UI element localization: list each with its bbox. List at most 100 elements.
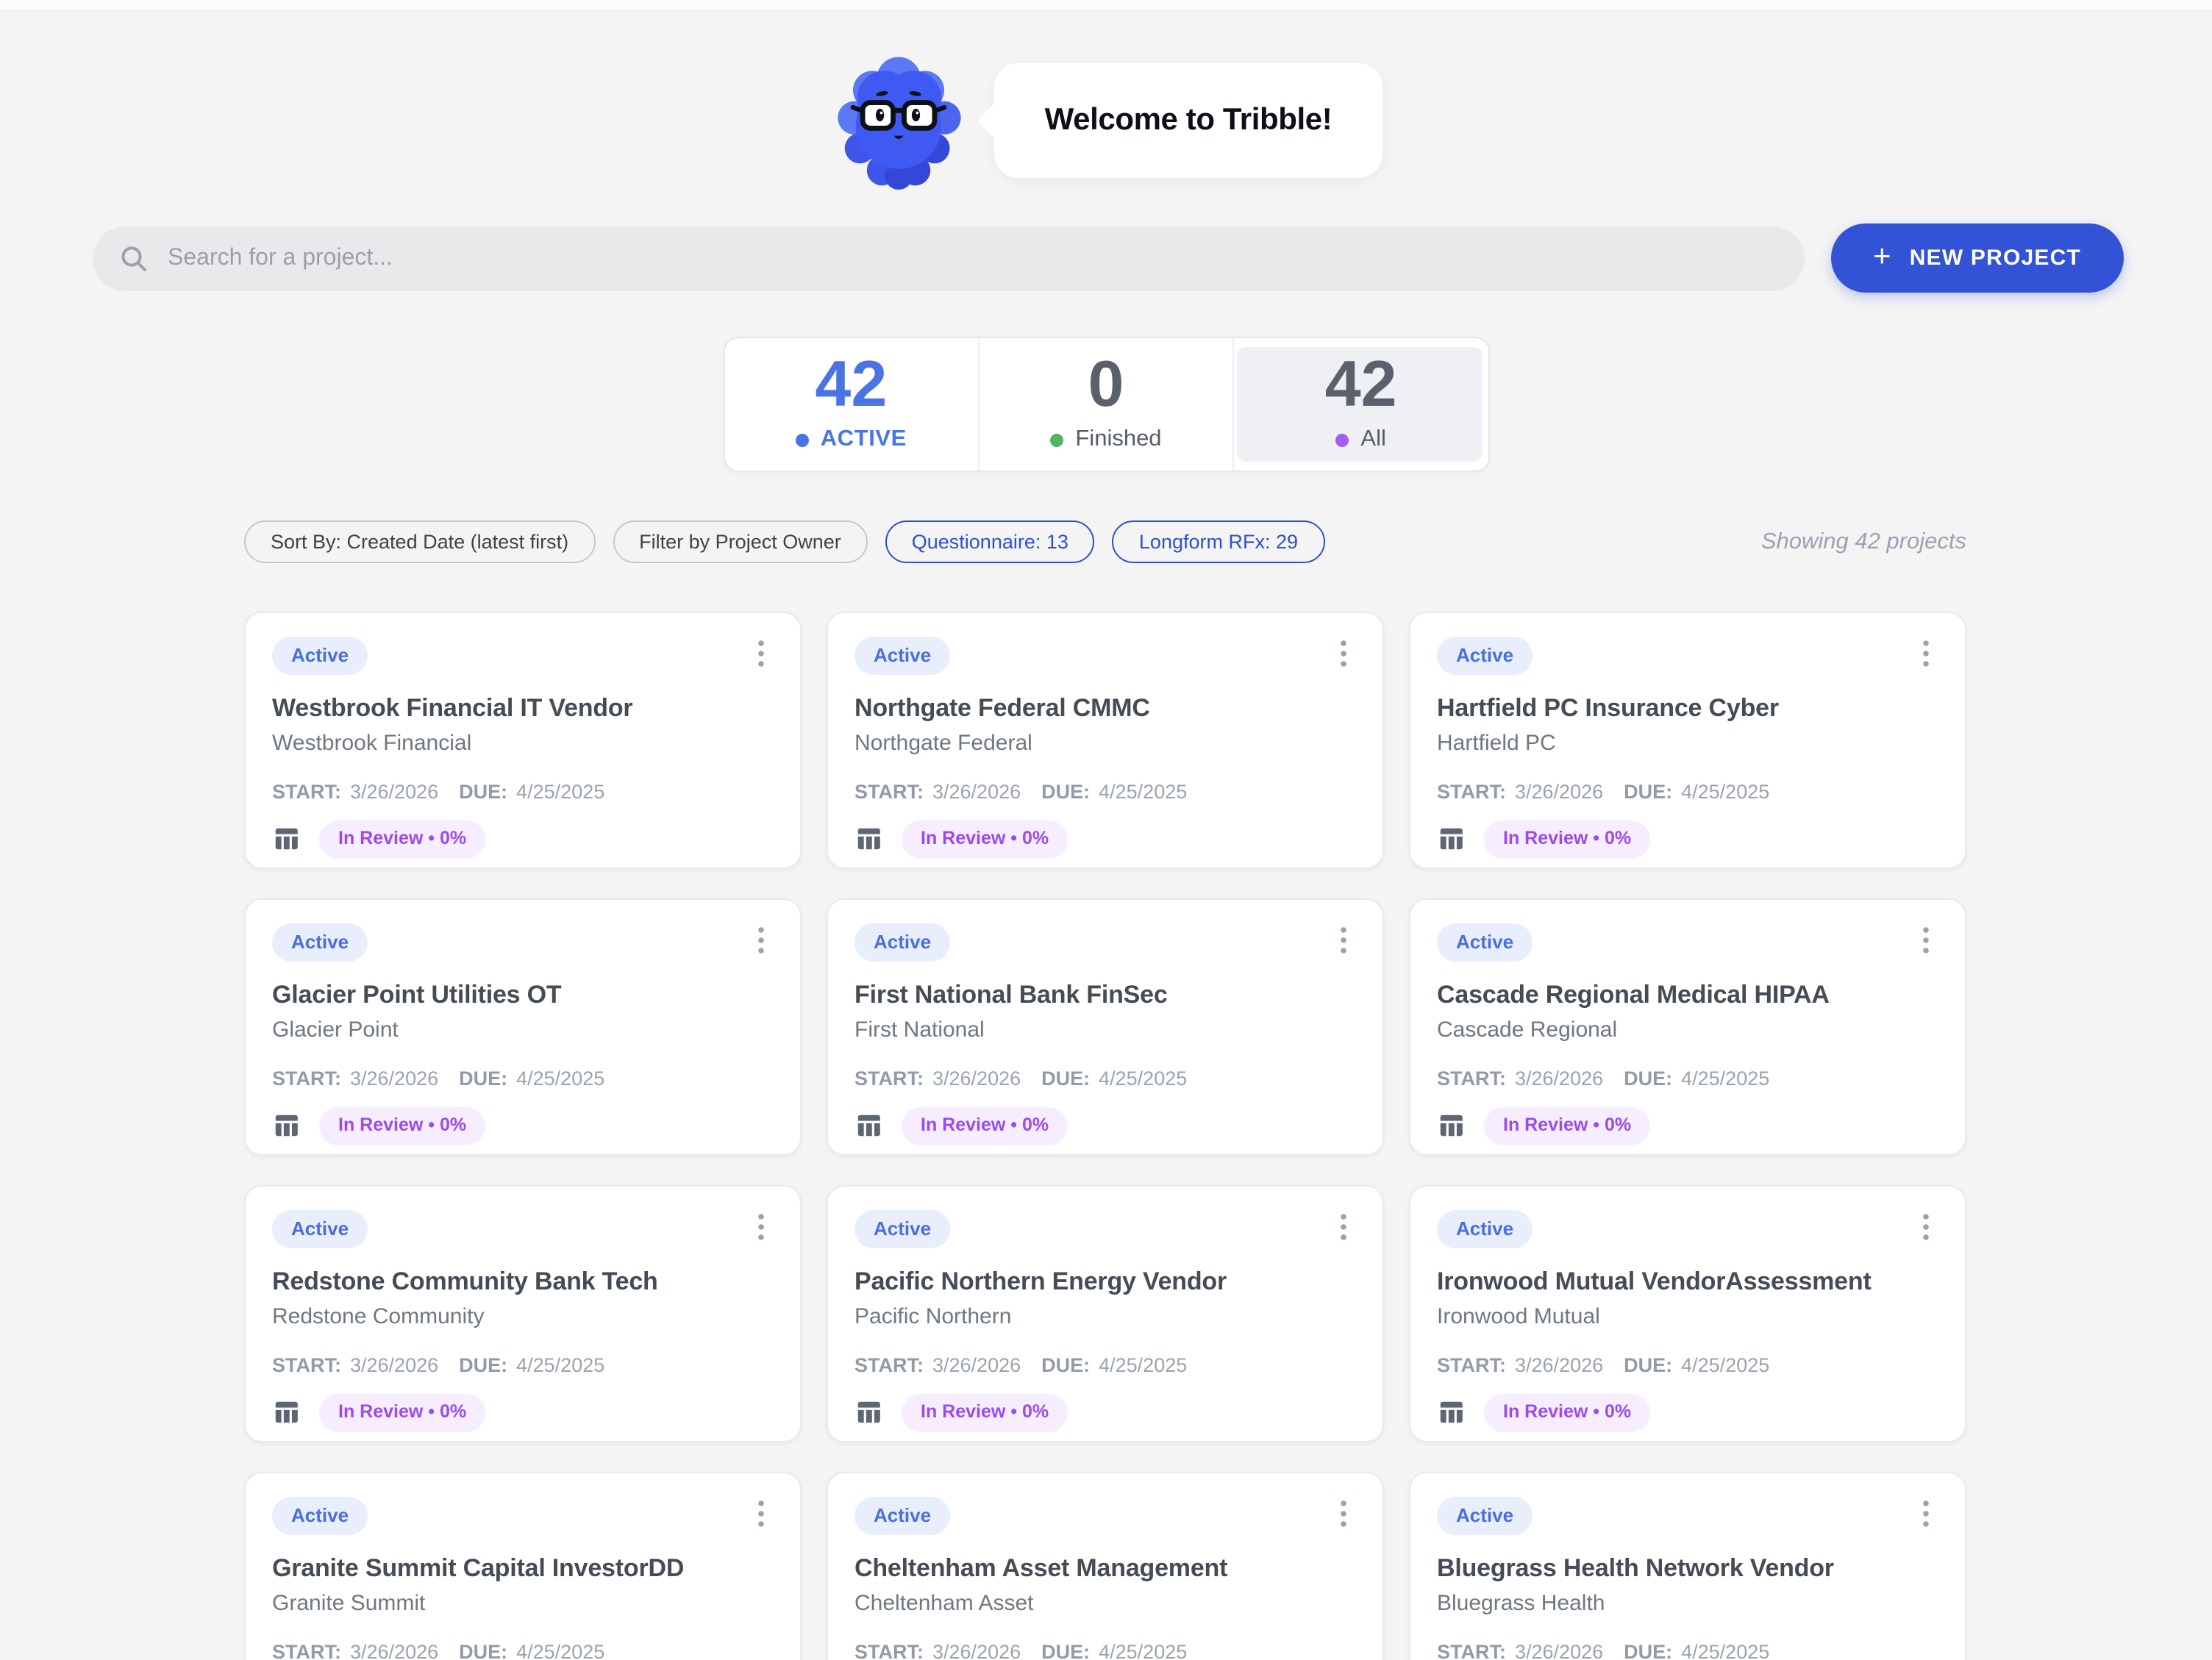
- card-footer: In Review • 0%: [1437, 820, 1938, 858]
- card-header: Active: [1437, 923, 1938, 962]
- project-title: First National Bank FinSec: [855, 981, 1356, 1010]
- toolbar: + NEW PROJECT: [93, 223, 2124, 293]
- table-icon: [272, 1399, 300, 1427]
- stat-active[interactable]: 42 ACTIVE: [724, 338, 978, 471]
- kebab-menu-icon[interactable]: [1913, 1210, 1938, 1244]
- start-label: START:: [272, 1067, 341, 1090]
- project-dates: START: 3/26/2026 DUE: 4/25/2025: [855, 1354, 1356, 1376]
- table-icon: [855, 1112, 882, 1140]
- due-date: 4/25/2025: [516, 1641, 604, 1660]
- due-label: DUE:: [459, 1641, 507, 1660]
- project-card[interactable]: Active Granite Summit Capital InvestorDD…: [244, 1472, 802, 1660]
- kebab-menu-icon[interactable]: [749, 923, 774, 957]
- start-date: 3/26/2026: [932, 1641, 1021, 1660]
- card-header: Active: [1437, 1210, 1938, 1248]
- search-icon: [119, 243, 149, 273]
- start-label: START:: [855, 1354, 924, 1376]
- project-card[interactable]: Active Ironwood Mutual VendorAssessment …: [1409, 1185, 1966, 1442]
- card-footer: In Review • 0%: [1437, 1394, 1938, 1431]
- status-badge: Active: [272, 1497, 368, 1535]
- project-card[interactable]: Active Cheltenham Asset Management Chelt…: [827, 1472, 1384, 1660]
- status-badge: Active: [855, 637, 950, 675]
- stat-active-label: ACTIVE: [796, 427, 907, 454]
- status-badge: Active: [1437, 637, 1533, 675]
- project-dates: START: 3/26/2026 DUE: 4/25/2025: [272, 1641, 774, 1660]
- search-input[interactable]: [168, 245, 1777, 271]
- project-title: Glacier Point Utilities OT: [272, 981, 774, 1010]
- project-owner: Westbrook Financial: [272, 731, 774, 756]
- project-dates: START: 3/26/2026 DUE: 4/25/2025: [855, 1641, 1356, 1660]
- due-label: DUE:: [1041, 1354, 1090, 1376]
- stat-finished-label: Finished: [1050, 427, 1161, 454]
- project-card[interactable]: Active Northgate Federal CMMC Northgate …: [827, 612, 1384, 869]
- tribble-mascot-logo: [830, 47, 968, 194]
- review-progress-badge: In Review • 0%: [902, 1394, 1068, 1431]
- kebab-menu-icon[interactable]: [1331, 923, 1356, 957]
- project-owner: Glacier Point: [272, 1017, 774, 1042]
- start-date: 3/26/2026: [1515, 781, 1603, 803]
- project-card[interactable]: Active Redstone Community Bank Tech Reds…: [244, 1185, 802, 1442]
- status-badge: Active: [855, 1210, 950, 1248]
- filters-row: Sort By: Created Date (latest first) Fil…: [244, 520, 1966, 563]
- sort-by-chip[interactable]: Sort By: Created Date (latest first): [244, 520, 595, 563]
- new-project-button[interactable]: + NEW PROJECT: [1830, 223, 2124, 293]
- card-footer: In Review • 0%: [855, 820, 1356, 858]
- project-card[interactable]: Active Westbrook Financial IT Vendor Wes…: [244, 612, 802, 869]
- start-date: 3/26/2026: [1515, 1641, 1603, 1660]
- project-owner: Redstone Community: [272, 1304, 774, 1329]
- card-header: Active: [1437, 1497, 1938, 1535]
- project-card[interactable]: Active Glacier Point Utilities OT Glacie…: [244, 898, 802, 1156]
- kebab-menu-icon[interactable]: [1913, 1497, 1938, 1531]
- due-date: 4/25/2025: [516, 781, 604, 803]
- stat-all[interactable]: 42 All: [1232, 338, 1488, 471]
- review-progress-badge: In Review • 0%: [902, 1107, 1068, 1145]
- stat-finished[interactable]: 0 Finished: [978, 338, 1233, 471]
- due-label: DUE:: [1624, 1354, 1672, 1376]
- welcome-text: Welcome to Tribble!: [1045, 103, 1332, 138]
- card-footer: In Review • 0%: [855, 1107, 1356, 1145]
- card-footer: In Review • 0%: [272, 820, 774, 858]
- top-strip: [0, 0, 2212, 9]
- card-header: Active: [855, 923, 1356, 962]
- project-dates: START: 3/26/2026 DUE: 4/25/2025: [1437, 1067, 1938, 1090]
- kebab-menu-icon[interactable]: [1331, 1497, 1356, 1531]
- status-badge: Active: [855, 1497, 950, 1535]
- kebab-menu-icon[interactable]: [1331, 1210, 1356, 1244]
- project-search-box[interactable]: [93, 226, 1804, 290]
- questionnaire-chip[interactable]: Questionnaire: 13: [885, 520, 1095, 563]
- due-label: DUE:: [459, 1067, 507, 1090]
- review-progress-badge: In Review • 0%: [319, 820, 485, 858]
- project-owner: Bluegrass Health: [1437, 1591, 1938, 1616]
- project-card[interactable]: Active Pacific Northern Energy Vendor Pa…: [827, 1185, 1384, 1442]
- due-label: DUE:: [1041, 1641, 1090, 1660]
- project-card[interactable]: Active Hartfield PC Insurance Cyber Hart…: [1409, 612, 1966, 869]
- kebab-menu-icon[interactable]: [1913, 923, 1938, 957]
- filter-owner-chip[interactable]: Filter by Project Owner: [613, 520, 868, 563]
- project-dates: START: 3/26/2026 DUE: 4/25/2025: [272, 1067, 774, 1090]
- project-owner: First National: [855, 1017, 1356, 1042]
- kebab-menu-icon[interactable]: [749, 1497, 774, 1531]
- kebab-menu-icon[interactable]: [749, 1210, 774, 1244]
- project-title: Bluegrass Health Network Vendor: [1437, 1554, 1938, 1584]
- active-dot-icon: [796, 434, 809, 447]
- kebab-menu-icon[interactable]: [749, 637, 774, 670]
- due-label: DUE:: [1624, 1067, 1672, 1090]
- project-dates: START: 3/26/2026 DUE: 4/25/2025: [1437, 1354, 1938, 1376]
- due-date: 4/25/2025: [1099, 1354, 1187, 1376]
- kebab-menu-icon[interactable]: [1913, 637, 1938, 670]
- longform-rfx-chip[interactable]: Longform RFx: 29: [1113, 520, 1324, 563]
- projects-grid: Active Westbrook Financial IT Vendor Wes…: [244, 612, 1966, 1660]
- hero-section: Welcome to Tribble!: [0, 47, 2212, 194]
- kebab-menu-icon[interactable]: [1331, 637, 1356, 670]
- project-card[interactable]: Active Bluegrass Health Network Vendor B…: [1409, 1472, 1966, 1660]
- project-card[interactable]: Active Cascade Regional Medical HIPAA Ca…: [1409, 898, 1966, 1156]
- project-dates: START: 3/26/2026 DUE: 4/25/2025: [272, 1354, 774, 1376]
- project-title: Redstone Community Bank Tech: [272, 1267, 774, 1297]
- project-card[interactable]: Active First National Bank FinSec First …: [827, 898, 1384, 1156]
- stat-finished-value: 0: [1088, 355, 1124, 413]
- project-owner: Cascade Regional: [1437, 1017, 1938, 1042]
- start-label: START:: [1437, 1354, 1506, 1376]
- status-badge: Active: [272, 923, 368, 962]
- start-date: 3/26/2026: [350, 1641, 438, 1660]
- stat-active-value: 42: [815, 355, 887, 413]
